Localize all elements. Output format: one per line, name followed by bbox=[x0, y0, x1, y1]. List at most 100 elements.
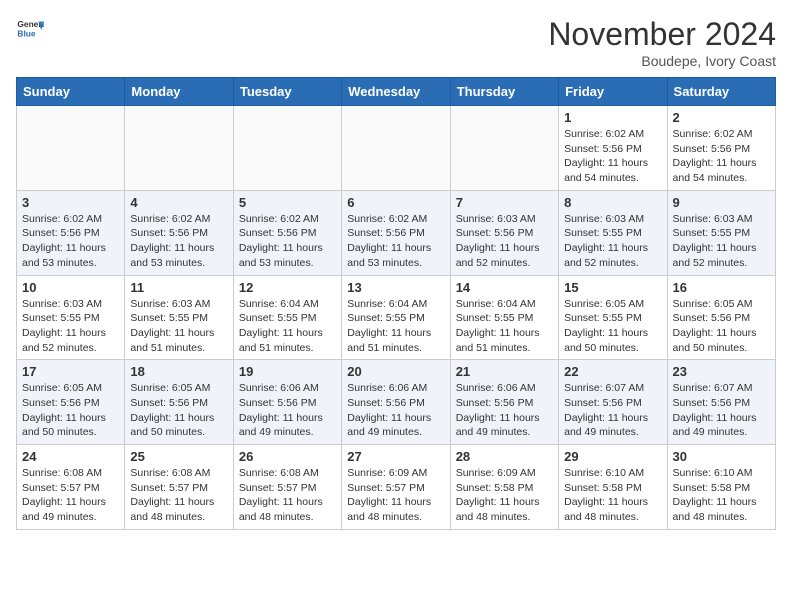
day-info: Sunrise: 6:02 AM Sunset: 5:56 PM Dayligh… bbox=[347, 212, 444, 271]
day-info: Sunrise: 6:02 AM Sunset: 5:56 PM Dayligh… bbox=[239, 212, 336, 271]
calendar-cell: 21 Sunrise: 6:06 AM Sunset: 5:56 PM Dayli… bbox=[450, 360, 558, 445]
calendar-cell: 2 Sunrise: 6:02 AM Sunset: 5:56 PM Daylig… bbox=[667, 106, 775, 191]
calendar-cell: 26Sunrise: 6:08 AM Sunset: 5:57 PM Dayli… bbox=[233, 445, 341, 530]
day-number: 8 bbox=[564, 195, 661, 210]
day-info: Sunrise: 6:06 AM Sunset: 5:56 PM Dayligh… bbox=[239, 381, 336, 440]
day-info: Sunrise: 6:04 AM Sunset: 5:55 PM Dayligh… bbox=[239, 297, 336, 356]
calendar-cell: 3Sunrise: 6:02 AM Sunset: 5:56 PM Daylig… bbox=[17, 190, 125, 275]
day-info: Sunrise: 6:08 AM Sunset: 5:57 PM Dayligh… bbox=[239, 466, 336, 525]
column-header-monday: Monday bbox=[125, 78, 233, 106]
calendar-cell: 7 Sunrise: 6:03 AM Sunset: 5:56 PM Daylig… bbox=[450, 190, 558, 275]
day-number: 1 bbox=[564, 110, 661, 125]
calendar-cell: 13 Sunrise: 6:04 AM Sunset: 5:55 PM Dayli… bbox=[342, 275, 450, 360]
calendar-cell: 4 Sunrise: 6:02 AM Sunset: 5:56 PM Daylig… bbox=[125, 190, 233, 275]
month-title: November 2024 bbox=[548, 16, 776, 53]
day-number: 14 bbox=[456, 280, 553, 295]
calendar-cell: 14 Sunrise: 6:04 AM Sunset: 5:55 PM Dayli… bbox=[450, 275, 558, 360]
day-number: 30 bbox=[673, 449, 770, 464]
column-header-wednesday: Wednesday bbox=[342, 78, 450, 106]
day-number: 11 bbox=[130, 280, 227, 295]
day-info: Sunrise: 6:03 AM Sunset: 5:56 PM Dayligh… bbox=[456, 212, 553, 271]
day-number: 21 bbox=[456, 364, 553, 379]
calendar-cell: 17 Sunrise: 6:05 AM Sunset: 5:56 PM Dayli… bbox=[17, 360, 125, 445]
day-number: 10 bbox=[22, 280, 119, 295]
calendar-cell: 16 Sunrise: 6:05 AM Sunset: 5:56 PM Dayli… bbox=[667, 275, 775, 360]
day-info: Sunrise: 6:05 AM Sunset: 5:56 PM Dayligh… bbox=[673, 297, 770, 356]
column-header-thursday: Thursday bbox=[450, 78, 558, 106]
calendar-cell: 28 Sunrise: 6:09 AM Sunset: 5:58 PM Dayli… bbox=[450, 445, 558, 530]
calendar-cell: 8 Sunrise: 6:03 AM Sunset: 5:55 PM Daylig… bbox=[559, 190, 667, 275]
day-number: 3 bbox=[22, 195, 119, 210]
calendar-cell: 29 Sunrise: 6:10 AM Sunset: 5:58 PM Dayli… bbox=[559, 445, 667, 530]
logo-icon: General Blue bbox=[16, 16, 44, 44]
calendar-cell: 19 Sunrise: 6:06 AM Sunset: 5:56 PM Dayli… bbox=[233, 360, 341, 445]
day-info: Sunrise: 6:10 AM Sunset: 5:58 PM Dayligh… bbox=[564, 466, 661, 525]
calendar-cell: 12 Sunrise: 6:04 AM Sunset: 5:55 PM Dayli… bbox=[233, 275, 341, 360]
calendar-cell: 27 Sunrise: 6:09 AM Sunset: 5:57 PM Dayli… bbox=[342, 445, 450, 530]
day-info: Sunrise: 6:04 AM Sunset: 5:55 PM Dayligh… bbox=[456, 297, 553, 356]
page-header: General Blue November 2024 Boudepe, Ivor… bbox=[16, 16, 776, 69]
column-header-friday: Friday bbox=[559, 78, 667, 106]
day-info: Sunrise: 6:05 AM Sunset: 5:56 PM Dayligh… bbox=[22, 381, 119, 440]
calendar-cell: 20 Sunrise: 6:06 AM Sunset: 5:56 PM Dayli… bbox=[342, 360, 450, 445]
calendar-cell: 24 Sunrise: 6:08 AM Sunset: 5:57 PM Dayli… bbox=[17, 445, 125, 530]
day-number: 2 bbox=[673, 110, 770, 125]
day-info: Sunrise: 6:06 AM Sunset: 5:56 PM Dayligh… bbox=[347, 381, 444, 440]
day-number: 12 bbox=[239, 280, 336, 295]
calendar-cell: 11 Sunrise: 6:03 AM Sunset: 5:55 PM Dayli… bbox=[125, 275, 233, 360]
day-number: 4 bbox=[130, 195, 227, 210]
day-info: Sunrise: 6:03 AM Sunset: 5:55 PM Dayligh… bbox=[564, 212, 661, 271]
day-info: Sunrise: 6:07 AM Sunset: 5:56 PM Dayligh… bbox=[564, 381, 661, 440]
day-number: 25 bbox=[130, 449, 227, 464]
day-number: 28 bbox=[456, 449, 553, 464]
calendar-week-row: 10 Sunrise: 6:03 AM Sunset: 5:55 PM Dayli… bbox=[17, 275, 776, 360]
day-number: 17 bbox=[22, 364, 119, 379]
day-number: 24 bbox=[22, 449, 119, 464]
day-info: Sunrise: 6:05 AM Sunset: 5:56 PM Dayligh… bbox=[130, 381, 227, 440]
day-info: Sunrise: 6:05 AM Sunset: 5:55 PM Dayligh… bbox=[564, 297, 661, 356]
day-number: 15 bbox=[564, 280, 661, 295]
location-subtitle: Boudepe, Ivory Coast bbox=[548, 53, 776, 69]
calendar-table: SundayMondayTuesdayWednesdayThursdayFrid… bbox=[16, 77, 776, 530]
calendar-week-row: 24 Sunrise: 6:08 AM Sunset: 5:57 PM Dayli… bbox=[17, 445, 776, 530]
day-number: 20 bbox=[347, 364, 444, 379]
calendar-week-row: 1 Sunrise: 6:02 AM Sunset: 5:56 PM Daylig… bbox=[17, 106, 776, 191]
calendar-week-row: 3 Sunrise: 6:02 AM Sunset: 5:56 PM Daylig… bbox=[17, 190, 776, 275]
day-info: Sunrise: 6:03 AM Sunset: 5:55 PM Dayligh… bbox=[673, 212, 770, 271]
day-number: 16 bbox=[673, 280, 770, 295]
logo: General Blue bbox=[16, 16, 44, 44]
day-info: Sunrise: 6:03 AM Sunset: 5:55 PM Dayligh… bbox=[22, 297, 119, 356]
day-info: Sunrise: 6:10 AM Sunset: 5:58 PM Dayligh… bbox=[673, 466, 770, 525]
calendar-cell bbox=[17, 106, 125, 191]
calendar-cell: 10 Sunrise: 6:03 AM Sunset: 5:55 PM Dayli… bbox=[17, 275, 125, 360]
day-number: 5 bbox=[239, 195, 336, 210]
svg-text:Blue: Blue bbox=[17, 28, 35, 38]
day-info: Sunrise: 6:09 AM Sunset: 5:57 PM Dayligh… bbox=[347, 466, 444, 525]
day-info: Sunrise: 6:09 AM Sunset: 5:58 PM Dayligh… bbox=[456, 466, 553, 525]
calendar-cell: 1 Sunrise: 6:02 AM Sunset: 5:56 PM Daylig… bbox=[559, 106, 667, 191]
day-info: Sunrise: 6:02 AM Sunset: 5:56 PM Dayligh… bbox=[130, 212, 227, 271]
day-info: Sunrise: 6:04 AM Sunset: 5:55 PM Dayligh… bbox=[347, 297, 444, 356]
calendar-cell: 18 Sunrise: 6:05 AM Sunset: 5:56 PM Dayli… bbox=[125, 360, 233, 445]
calendar-cell bbox=[233, 106, 341, 191]
calendar-cell: 30 Sunrise: 6:10 AM Sunset: 5:58 PM Dayli… bbox=[667, 445, 775, 530]
title-area: November 2024 Boudepe, Ivory Coast bbox=[548, 16, 776, 69]
day-info: Sunrise: 6:03 AM Sunset: 5:55 PM Dayligh… bbox=[130, 297, 227, 356]
day-number: 18 bbox=[130, 364, 227, 379]
day-info: Sunrise: 6:08 AM Sunset: 5:57 PM Dayligh… bbox=[22, 466, 119, 525]
day-number: 19 bbox=[239, 364, 336, 379]
day-number: 27 bbox=[347, 449, 444, 464]
day-info: Sunrise: 6:06 AM Sunset: 5:56 PM Dayligh… bbox=[456, 381, 553, 440]
day-number: 29 bbox=[564, 449, 661, 464]
calendar-cell bbox=[125, 106, 233, 191]
day-number: 7 bbox=[456, 195, 553, 210]
day-number: 13 bbox=[347, 280, 444, 295]
calendar-cell: 6Sunrise: 6:02 AM Sunset: 5:56 PM Daylig… bbox=[342, 190, 450, 275]
calendar-cell: 25Sunrise: 6:08 AM Sunset: 5:57 PM Dayli… bbox=[125, 445, 233, 530]
calendar-cell: 15 Sunrise: 6:05 AM Sunset: 5:55 PM Dayli… bbox=[559, 275, 667, 360]
day-info: Sunrise: 6:02 AM Sunset: 5:56 PM Dayligh… bbox=[673, 127, 770, 186]
calendar-cell bbox=[342, 106, 450, 191]
column-header-tuesday: Tuesday bbox=[233, 78, 341, 106]
calendar-cell bbox=[450, 106, 558, 191]
day-info: Sunrise: 6:02 AM Sunset: 5:56 PM Dayligh… bbox=[564, 127, 661, 186]
